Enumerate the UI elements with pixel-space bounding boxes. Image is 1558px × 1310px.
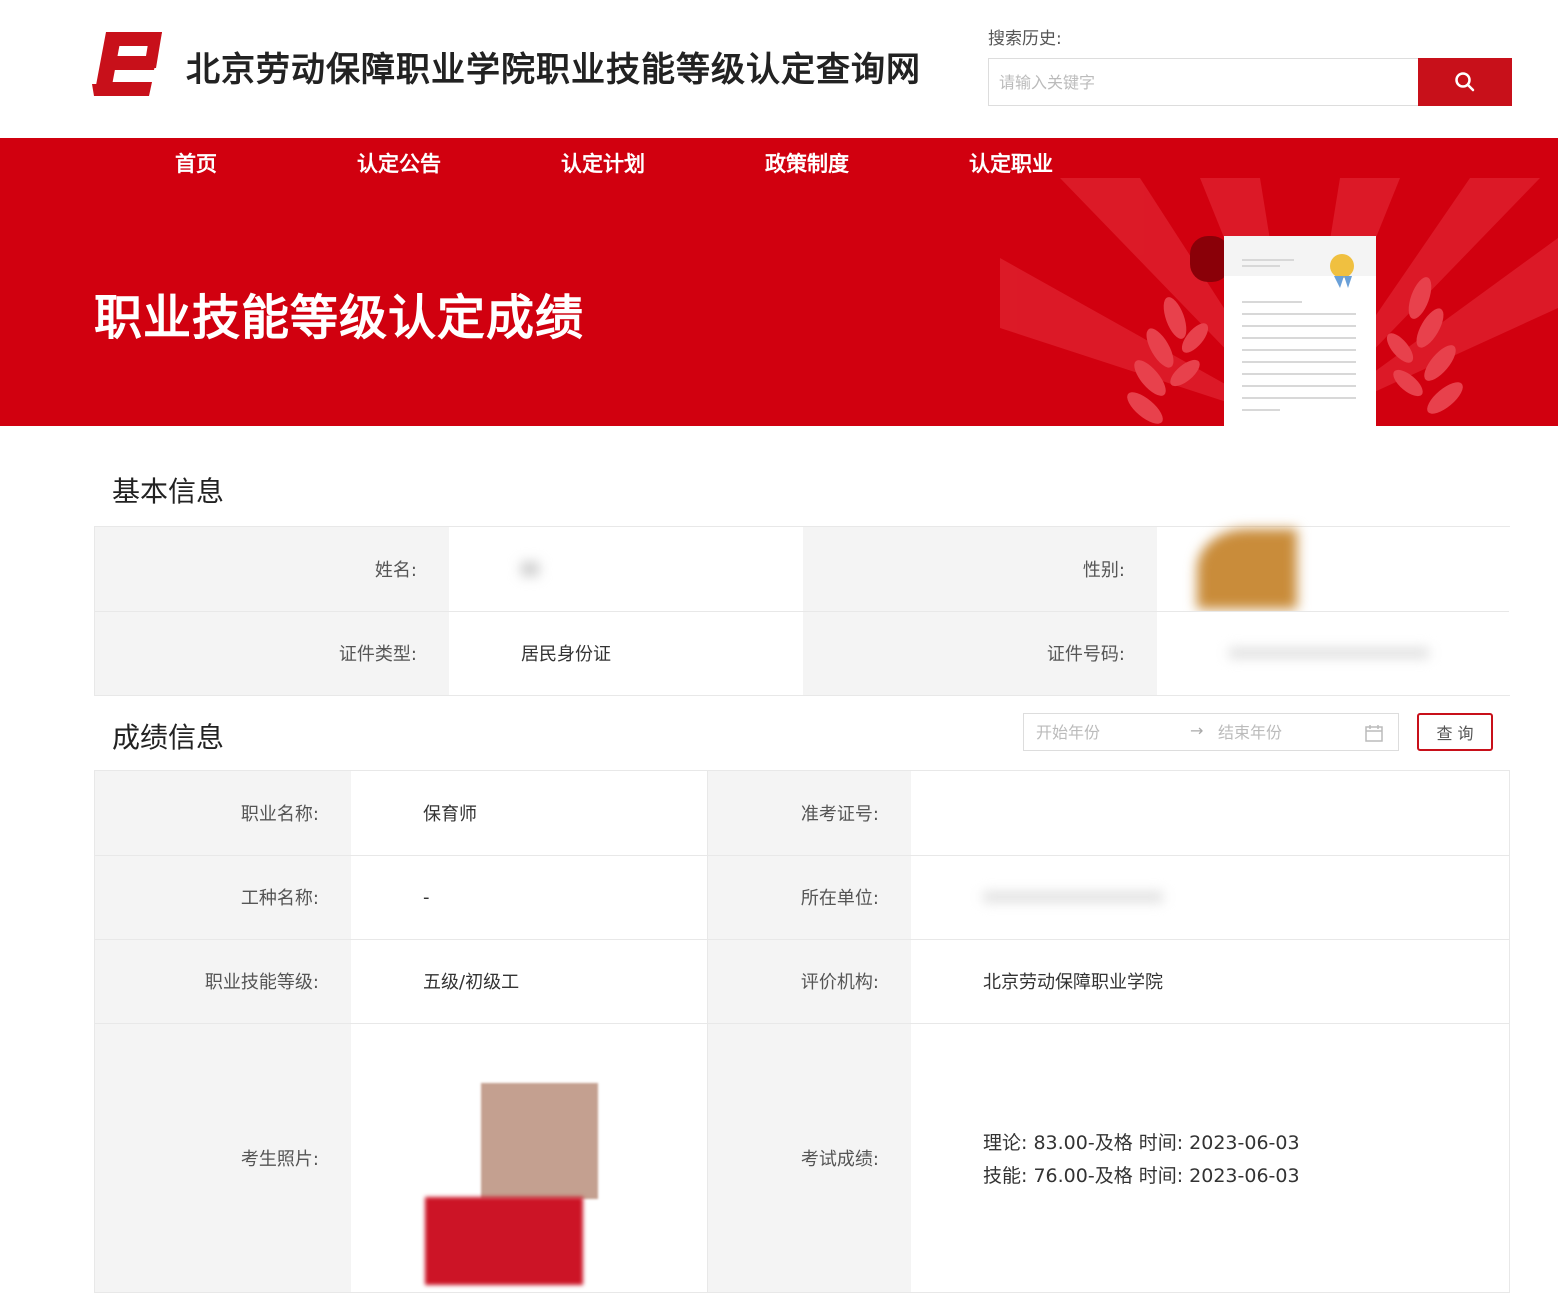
- photo-label: 考生照片:: [95, 1023, 351, 1292]
- range-arrow: →: [1190, 721, 1204, 740]
- unit-label: 所在单位:: [707, 855, 911, 939]
- start-year-input[interactable]: [1036, 714, 1176, 750]
- name-value: [449, 527, 803, 611]
- id-type-label: 证件类型:: [95, 611, 449, 695]
- basic-info-title: 基本信息: [112, 475, 225, 508]
- search-box: [988, 58, 1512, 106]
- level-label: 职业技能等级:: [95, 939, 351, 1023]
- search-icon: [1455, 72, 1475, 92]
- redacted-name: [521, 562, 539, 576]
- year-range-picker: →: [1023, 713, 1399, 751]
- score-info-title: 成绩信息: [112, 721, 225, 754]
- skill-score: 技能: 76.00-及格 时间: 2023-06-03: [983, 1164, 1300, 1187]
- score-info-table: 职业名称: 保育师 准考证号: 工种名称: - 所在单位: 职业技能等级: 五级…: [94, 770, 1510, 1293]
- work-type-value: -: [351, 855, 707, 939]
- occupation-value: 保育师: [351, 771, 707, 855]
- row-divider: [95, 939, 1509, 940]
- nav-item-policies[interactable]: 政策制度: [765, 148, 849, 178]
- banner-title: 职业技能等级认定成绩: [94, 290, 585, 346]
- banner: 首页 认定公告 认定计划 政策制度 认定职业 职业技能等级认定成绩: [0, 138, 1558, 426]
- site-header: 北京劳动保障职业学院职业技能等级认定查询网 搜索历史:: [0, 0, 1558, 138]
- agency-value: 北京劳动保障职业学院: [911, 939, 1509, 1023]
- site-title: 北京劳动保障职业学院职业技能等级认定查询网: [186, 50, 921, 90]
- work-type-label: 工种名称:: [95, 855, 351, 939]
- search-button[interactable]: [1418, 58, 1512, 106]
- nav-item-occupations[interactable]: 认定职业: [969, 148, 1053, 178]
- exam-score-value: 理论: 83.00-及格 时间: 2023-06-03 技能: 76.00-及格…: [911, 1023, 1509, 1292]
- nav-item-home[interactable]: 首页: [175, 148, 217, 178]
- candidate-photo: [425, 1083, 598, 1285]
- row-divider: [95, 1023, 1509, 1024]
- ticket-value: [911, 771, 1509, 855]
- basic-info-table: 姓名: 性别: 证件类型: 居民身份证 证件号码:: [94, 526, 1511, 696]
- search-input[interactable]: [989, 59, 1419, 105]
- query-button[interactable]: 查 询: [1417, 713, 1493, 751]
- end-year-input[interactable]: [1218, 714, 1358, 750]
- agency-label: 评价机构:: [707, 939, 911, 1023]
- nav-item-plans[interactable]: 认定计划: [561, 148, 645, 178]
- unit-value: [911, 855, 1509, 939]
- level-value: 五级/初级工: [351, 939, 707, 1023]
- redacted-gender: [1197, 529, 1297, 609]
- gender-label: 性别:: [803, 527, 1157, 611]
- theory-score: 理论: 83.00-及格 时间: 2023-06-03: [983, 1131, 1300, 1154]
- column-divider: [707, 771, 708, 1292]
- search-history-label: 搜索历史:: [988, 29, 1062, 49]
- redacted-id-number: [1229, 648, 1429, 658]
- row-divider: [95, 611, 1509, 612]
- id-type-value: 居民身份证: [449, 611, 803, 695]
- nav-item-announcements[interactable]: 认定公告: [357, 148, 441, 178]
- calendar-icon[interactable]: [1364, 723, 1384, 743]
- id-number-label: 证件号码:: [803, 611, 1157, 695]
- redacted-unit: [983, 892, 1163, 902]
- ticket-label: 准考证号:: [707, 771, 911, 855]
- site-logo[interactable]: [92, 28, 164, 100]
- row-divider: [95, 855, 1509, 856]
- exam-score-label: 考试成绩:: [707, 1023, 911, 1292]
- occupation-label: 职业名称:: [95, 771, 351, 855]
- certificate-illustration: [1000, 178, 1558, 426]
- name-label: 姓名:: [95, 527, 449, 611]
- gender-value: [1157, 527, 1511, 611]
- exam-score-list: 理论: 83.00-及格 时间: 2023-06-03 技能: 76.00-及格…: [983, 1128, 1300, 1188]
- photo-body-redacted: [425, 1197, 583, 1285]
- id-number-value: [1157, 611, 1511, 695]
- photo-face-redacted: [481, 1083, 598, 1199]
